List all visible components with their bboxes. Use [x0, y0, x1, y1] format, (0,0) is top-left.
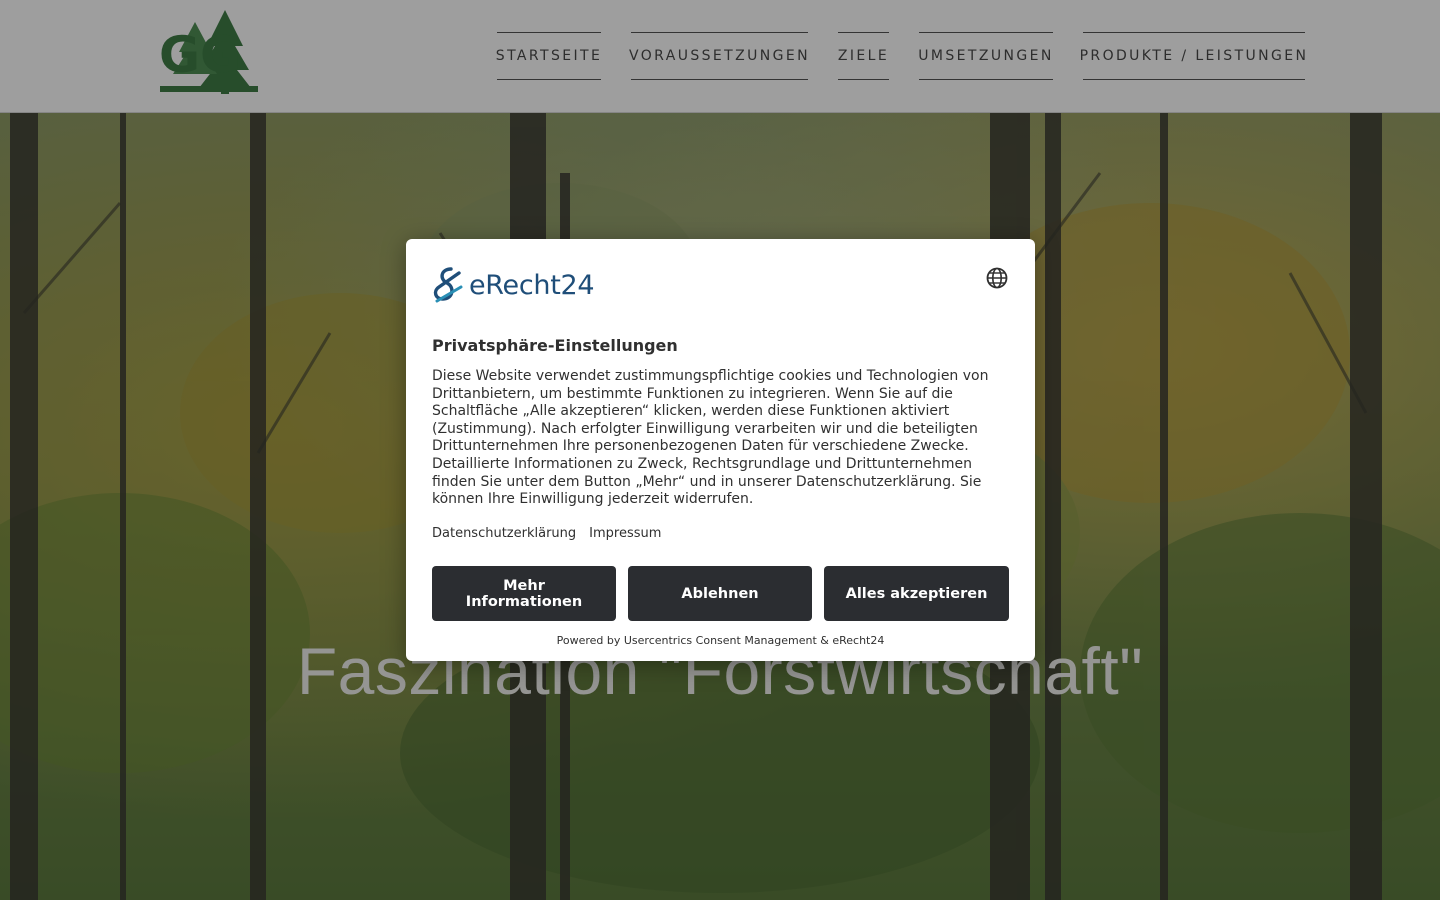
privacy-policy-link[interactable]: Datenschutzerklärung — [432, 526, 576, 541]
powered-by-text: Powered by Usercentrics Consent Manageme… — [556, 634, 885, 647]
erecht24-mark-icon — [433, 267, 463, 303]
consent-dialog: eRecht24 Privatsphäre-Einstellungen Dies… — [406, 239, 1035, 661]
globe-icon[interactable] — [985, 266, 1009, 290]
consent-description: Diese Website verwendet zustimmungspflic… — [432, 368, 989, 508]
erecht24-logo: eRecht24 — [431, 264, 595, 306]
accept-all-button[interactable]: Alles akzeptieren — [824, 566, 1009, 621]
more-information-button[interactable]: Mehr Informationen — [432, 566, 616, 621]
deny-button[interactable]: Ablehnen — [628, 566, 812, 621]
erecht24-wordmark: eRecht24 — [469, 269, 595, 301]
consent-title: Privatsphäre-Einstellungen — [432, 336, 678, 355]
consent-links: Datenschutzerklärung Impressum — [432, 526, 661, 541]
imprint-link[interactable]: Impressum — [589, 526, 661, 541]
